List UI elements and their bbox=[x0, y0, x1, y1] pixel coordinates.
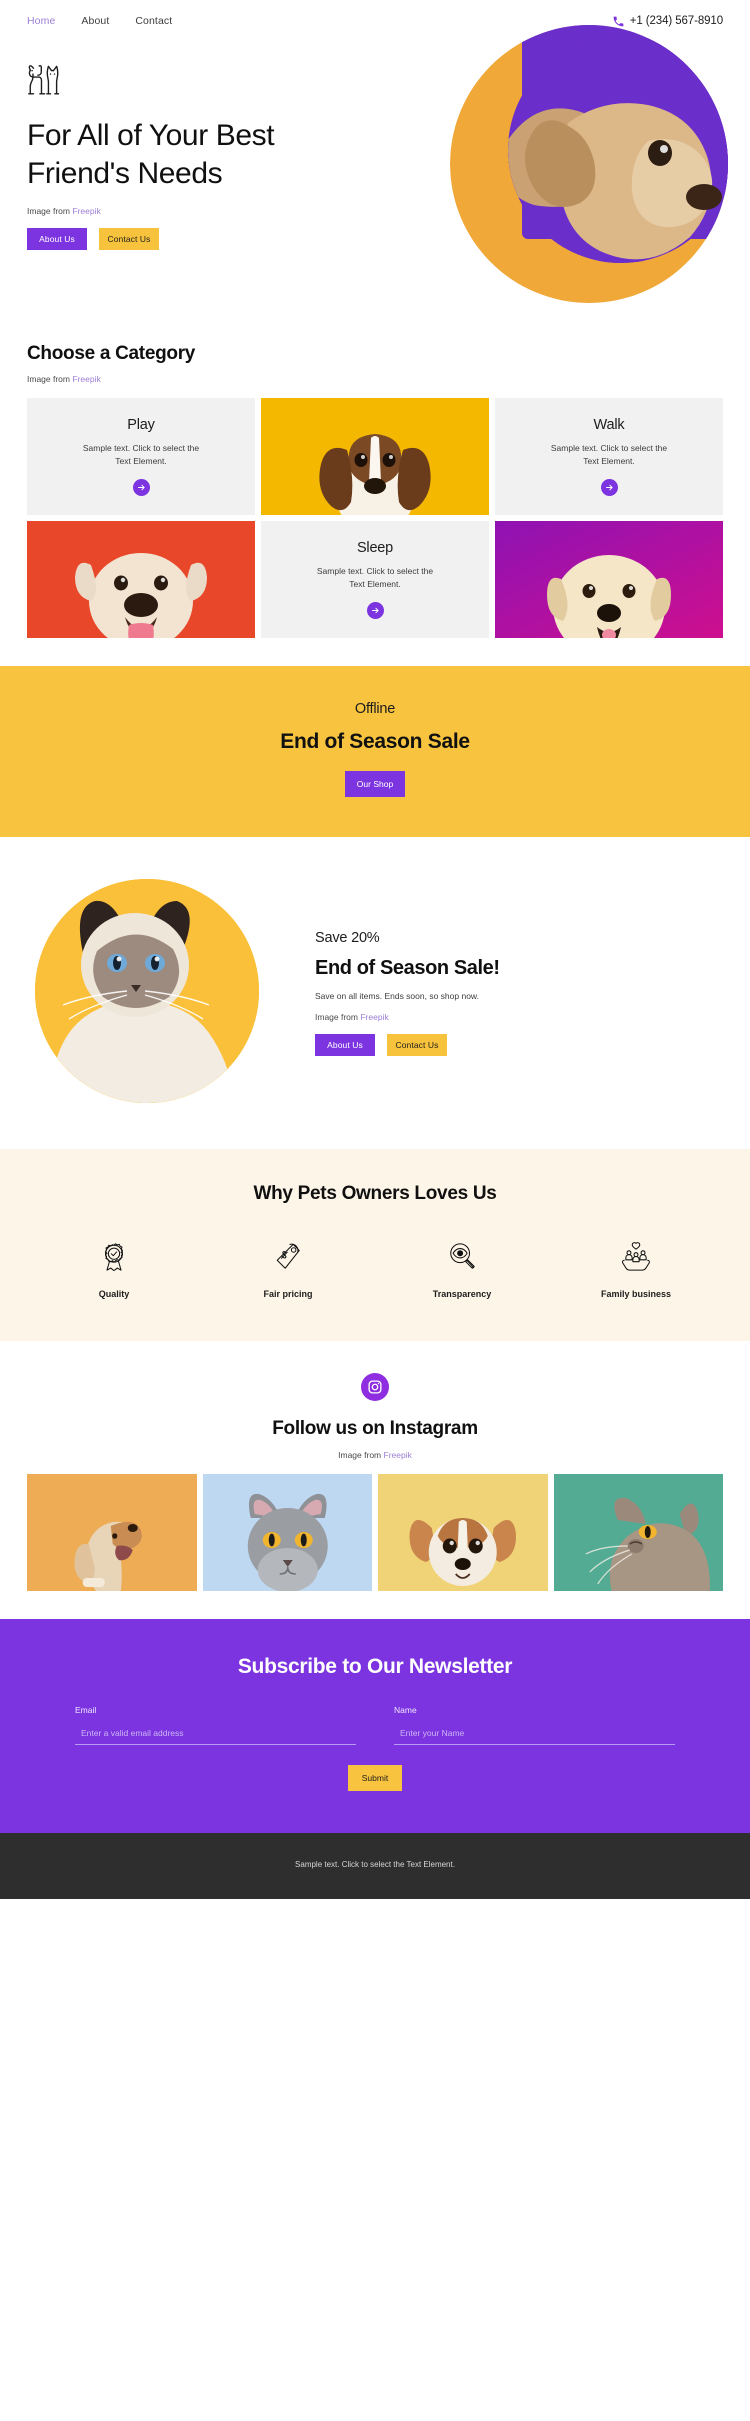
nav-item-about[interactable]: About bbox=[81, 15, 109, 27]
category-photo-beagle bbox=[261, 398, 489, 515]
hero-contact-us-button[interactable]: Contact Us bbox=[99, 227, 159, 251]
promo-contact-us-button[interactable]: Contact Us bbox=[387, 1033, 447, 1057]
why-grid: Quality Fair pricing Transparency Family… bbox=[27, 1239, 723, 1299]
promo-about-us-button[interactable]: About Us bbox=[315, 1033, 375, 1057]
category-card-play[interactable]: Play Sample text. Click to select the Te… bbox=[27, 398, 255, 515]
category-card-body: Sample text. Click to select the Text El… bbox=[550, 443, 668, 466]
landing-page: Home About Contact +1 (234) 567-8910 For… bbox=[0, 0, 750, 1899]
promo-credit-prefix: Image from bbox=[315, 1011, 361, 1022]
promo-credit-link[interactable]: Freepik bbox=[360, 1012, 388, 1022]
category-card-body: Sample text. Click to select the Text El… bbox=[82, 443, 200, 466]
hero-heading: For All of Your Best Friend's Needs bbox=[27, 119, 275, 191]
arrow-right-icon[interactable] bbox=[600, 478, 618, 496]
why-item-fair-pricing: Fair pricing bbox=[201, 1239, 375, 1299]
instagram-credit-link[interactable]: Freepik bbox=[384, 1450, 412, 1460]
why-item-label: Transparency bbox=[432, 1289, 492, 1299]
instagram-credit-prefix: Image from bbox=[338, 1450, 384, 1460]
newsletter-title: Subscribe to Our Newsletter bbox=[237, 1655, 513, 1678]
why-item-transparency: Transparency bbox=[375, 1239, 549, 1299]
promo-copy: Save 20% End of Season Sale! Save on all… bbox=[315, 926, 500, 1057]
hero-image bbox=[450, 25, 728, 303]
category-card-walk[interactable]: Walk Sample text. Click to select the Te… bbox=[495, 398, 723, 515]
hero-credit-link[interactable]: Freepik bbox=[72, 206, 100, 216]
category-photo-golden-retriever bbox=[495, 521, 723, 638]
category-card-title: Sleep bbox=[356, 540, 394, 557]
promo-section: Save 20% End of Season Sale! Save on all… bbox=[0, 837, 750, 1149]
hero-dog-photo bbox=[508, 37, 728, 263]
hero-credit-prefix: Image from bbox=[27, 205, 73, 216]
category-card-body: Sample text. Click to select the Text El… bbox=[316, 566, 434, 589]
category-card-title: Walk bbox=[593, 417, 625, 434]
category-credit-prefix: Image from bbox=[27, 374, 73, 384]
why-item-label: Family business bbox=[600, 1289, 672, 1299]
instagram-photo-grid bbox=[27, 1474, 723, 1591]
nav-item-contact[interactable]: Contact bbox=[135, 15, 172, 27]
award-ribbon-icon bbox=[27, 1239, 201, 1275]
footer-text: Sample text. Click to select the Text El… bbox=[295, 1860, 455, 1869]
our-shop-button[interactable]: Our Shop bbox=[345, 771, 405, 797]
submit-button[interactable]: Submit bbox=[348, 1765, 402, 1791]
promo-image-credit: Image from Freepik bbox=[315, 1012, 500, 1022]
main-navigation: Home About Contact bbox=[27, 15, 172, 27]
category-image-credit: Image from Freepik bbox=[27, 374, 723, 384]
category-card-title: Play bbox=[127, 417, 155, 434]
category-title: Choose a Category bbox=[27, 343, 196, 364]
why-item-family-business: Family business bbox=[549, 1239, 723, 1299]
nav-item-home[interactable]: Home bbox=[27, 15, 55, 27]
why-title: Why Pets Owners Loves Us bbox=[253, 1183, 497, 1204]
arrow-right-icon[interactable] bbox=[132, 478, 150, 496]
name-label: Name bbox=[394, 1705, 417, 1715]
instagram-title: Follow us on Instagram bbox=[272, 1418, 478, 1439]
magnifier-eye-icon bbox=[375, 1239, 549, 1275]
why-item-quality: Quality bbox=[27, 1239, 201, 1299]
name-input[interactable] bbox=[394, 1724, 675, 1745]
promo-title: End of Season Sale! bbox=[315, 956, 500, 979]
instagram-image-credit: Image from Freepik bbox=[27, 1450, 723, 1460]
instagram-section: Follow us on Instagram Image from Freepi… bbox=[0, 1341, 750, 1591]
hero-section: For All of Your Best Friend's Needs Imag… bbox=[0, 25, 750, 305]
category-section: Choose a Category Image from Freepik Pla… bbox=[0, 343, 750, 638]
newsletter-form: Email Name bbox=[75, 1705, 675, 1745]
promo-buttons: About Us Contact Us bbox=[315, 1033, 500, 1057]
email-label: Email bbox=[75, 1705, 97, 1715]
why-item-label: Fair pricing bbox=[263, 1289, 313, 1299]
category-card-sleep[interactable]: Sleep Sample text. Click to select the T… bbox=[261, 521, 489, 638]
site-footer: Sample text. Click to select the Text El… bbox=[0, 1833, 750, 1899]
promo-cat-photo bbox=[35, 879, 259, 1103]
sale-banner-kicker: Offline bbox=[354, 701, 396, 717]
sale-banner: Offline End of Season Sale Our Shop bbox=[0, 666, 750, 837]
promo-text: Save on all items. Ends soon, so shop no… bbox=[315, 990, 479, 1001]
category-photo-bulldog bbox=[27, 521, 255, 638]
price-tag-dollar-icon bbox=[201, 1239, 375, 1275]
dog-and-cat-logo-icon bbox=[28, 65, 60, 95]
instagram-photo-4[interactable] bbox=[553, 1474, 723, 1591]
promo-image bbox=[27, 879, 297, 1103]
hero-about-us-button[interactable]: About Us bbox=[27, 227, 87, 251]
email-field-group: Email bbox=[75, 1705, 356, 1745]
why-item-label: Quality bbox=[98, 1289, 130, 1299]
hands-holding-family-icon bbox=[549, 1239, 723, 1275]
promo-kicker: Save 20% bbox=[315, 929, 380, 946]
name-field-group: Name bbox=[394, 1705, 675, 1745]
instagram-photo-1[interactable] bbox=[27, 1474, 197, 1591]
instagram-photo-2[interactable] bbox=[202, 1474, 372, 1591]
arrow-right-icon[interactable] bbox=[366, 601, 384, 619]
category-credit-link[interactable]: Freepik bbox=[72, 374, 100, 384]
sale-banner-title: End of Season Sale bbox=[280, 730, 470, 753]
newsletter-section: Subscribe to Our Newsletter Email Name S… bbox=[0, 1619, 750, 1833]
email-input[interactable] bbox=[75, 1724, 356, 1745]
instagram-photo-3[interactable] bbox=[378, 1474, 548, 1591]
why-section: Why Pets Owners Loves Us Quality Fair pr… bbox=[0, 1149, 750, 1341]
instagram-icon[interactable] bbox=[361, 1373, 389, 1401]
category-grid: Play Sample text. Click to select the Te… bbox=[27, 398, 723, 638]
